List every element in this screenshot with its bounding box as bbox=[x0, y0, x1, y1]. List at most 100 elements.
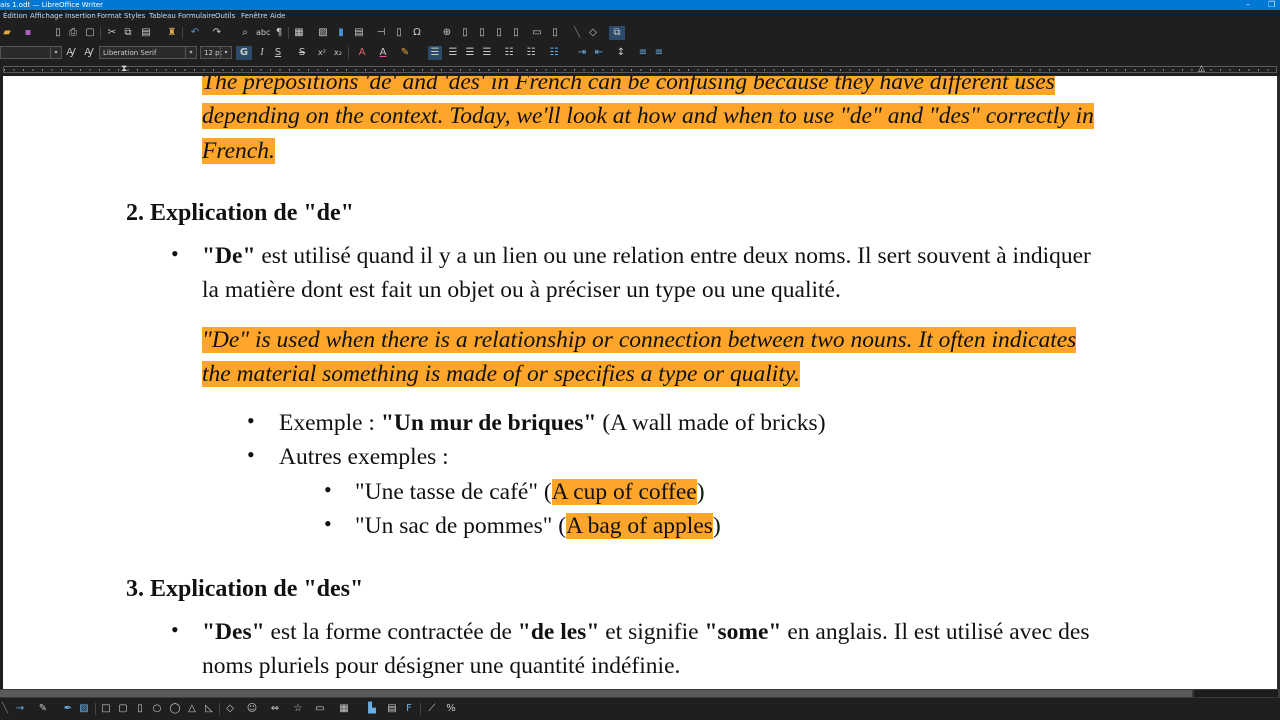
diamond-icon[interactable]: ◇ bbox=[224, 702, 236, 716]
rectangle-icon[interactable]: □ bbox=[100, 702, 112, 716]
arrow-line-icon[interactable]: → bbox=[12, 702, 28, 716]
line-icon[interactable]: ╲ bbox=[0, 702, 10, 716]
outline-list-icon[interactable]: ☷ bbox=[547, 46, 561, 60]
increase-indent-icon[interactable]: ⇥ bbox=[575, 46, 589, 60]
formatting-marks-icon[interactable]: ¶ bbox=[274, 26, 284, 40]
font-size-combo[interactable]: 12 pt ▾ bbox=[200, 46, 232, 59]
points-icon[interactable]: ⟋ bbox=[426, 702, 438, 716]
special-character-icon[interactable]: Ω bbox=[410, 26, 424, 40]
print-icon[interactable]: ⎙ bbox=[67, 26, 79, 40]
square-icon[interactable]: ▯ bbox=[134, 702, 146, 716]
menu-formulaire[interactable]: Formulaire bbox=[178, 10, 215, 23]
restore-button[interactable]: ❐ bbox=[1268, 0, 1275, 10]
footnote-icon[interactable]: ▯ bbox=[458, 26, 472, 40]
font-name-combo[interactable]: Liberation Serif ▾ bbox=[99, 46, 197, 59]
clear-formatting-icon[interactable]: A bbox=[356, 46, 368, 60]
save-icon[interactable]: ▪ bbox=[22, 26, 34, 40]
insert-table-icon[interactable]: ▦ bbox=[292, 26, 306, 40]
line-spacing-icon[interactable]: ↕ bbox=[614, 46, 628, 60]
decrease-indent-icon[interactable]: ⇤ bbox=[592, 46, 606, 60]
menu-affichage[interactable]: Affichage bbox=[30, 10, 63, 23]
document-page[interactable]: The prepositions 'de' and 'des' in Frenc… bbox=[3, 76, 1277, 689]
clone-formatting-icon[interactable]: ♜ bbox=[166, 26, 178, 40]
chevron-down-icon[interactable]: ▾ bbox=[50, 47, 61, 58]
bold-button[interactable]: G bbox=[236, 46, 252, 60]
insert-field-icon[interactable]: ▯ bbox=[392, 26, 406, 40]
font-color-button[interactable]: A bbox=[376, 46, 390, 60]
endnote-icon[interactable]: ▯ bbox=[475, 26, 489, 40]
menu-insertion[interactable]: Insertion bbox=[65, 10, 96, 23]
copy-icon[interactable]: ⧉ bbox=[122, 26, 134, 40]
find-replace-icon[interactable]: ⌕ bbox=[238, 26, 252, 40]
highlight-color-icon[interactable]: ✎ bbox=[398, 46, 412, 60]
hyperlink-icon[interactable]: ⊕ bbox=[440, 26, 454, 40]
flowchart-icon[interactable]: ▦ bbox=[338, 702, 350, 716]
menu-styles[interactable]: Styles bbox=[124, 10, 145, 23]
redo-icon[interactable]: ↷ bbox=[210, 26, 224, 40]
circle-icon[interactable]: ◯ bbox=[168, 702, 182, 716]
increase-paragraph-spacing-icon[interactable]: ≡ bbox=[636, 46, 650, 60]
menu-format[interactable]: Format bbox=[97, 10, 122, 23]
left-indent-marker[interactable]: ⧗ bbox=[121, 64, 127, 74]
curve-icon[interactable]: ✎ bbox=[36, 702, 50, 716]
numbered-list-icon[interactable]: ☷ bbox=[524, 46, 538, 60]
align-left-icon[interactable]: ☰ bbox=[428, 46, 442, 60]
menu-edition[interactable]: Édition bbox=[3, 10, 27, 23]
new-style-icon[interactable]: Ꜽ bbox=[82, 46, 96, 60]
insert-frame-icon[interactable]: ▙ bbox=[366, 702, 378, 716]
toggle-extrusion-icon[interactable]: % bbox=[444, 702, 458, 716]
align-center-icon[interactable]: ☰ bbox=[446, 46, 460, 60]
block-arrows-icon[interactable]: ⇔ bbox=[268, 702, 282, 716]
export-pdf-icon[interactable]: ▯ bbox=[52, 26, 64, 40]
bullet-list-icon[interactable]: ☷ bbox=[502, 46, 516, 60]
menu-outils[interactable]: Outils bbox=[215, 10, 235, 23]
horizontal-scrollbar[interactable] bbox=[0, 689, 1280, 698]
update-style-icon[interactable]: Ꜽ bbox=[64, 46, 78, 60]
decrease-paragraph-spacing-icon[interactable]: ≡ bbox=[652, 46, 666, 60]
basic-shapes-icon[interactable]: ◇ bbox=[586, 26, 600, 40]
align-right-icon[interactable]: ☰ bbox=[463, 46, 477, 60]
triangle-icon[interactable]: △ bbox=[186, 702, 198, 716]
justify-icon[interactable]: ☰ bbox=[480, 46, 494, 60]
scrollbar-thumb[interactable] bbox=[0, 690, 1192, 697]
insert-textbox-icon[interactable]: ▤ bbox=[352, 26, 366, 40]
superscript-button[interactable]: x² bbox=[316, 46, 328, 60]
ellipse-icon[interactable]: ○ bbox=[151, 702, 163, 716]
page-break-icon[interactable]: ⊣ bbox=[374, 26, 388, 40]
underline-button[interactable]: S bbox=[272, 46, 284, 60]
comment-icon[interactable]: ▭ bbox=[530, 26, 544, 40]
chevron-down-icon[interactable]: ▾ bbox=[220, 47, 231, 58]
right-triangle-icon[interactable]: ◺ bbox=[203, 702, 215, 716]
bookmark-icon[interactable]: ▯ bbox=[492, 26, 506, 40]
italic-button[interactable]: I bbox=[256, 46, 268, 60]
draw-functions-icon[interactable]: ⧉ bbox=[609, 26, 625, 40]
open-folder-icon[interactable]: ▰ bbox=[0, 26, 14, 40]
track-changes-icon[interactable]: ▯ bbox=[548, 26, 562, 40]
print-preview-icon[interactable]: ▢ bbox=[84, 26, 96, 40]
paragraph-style-combo[interactable]: ▾ bbox=[0, 46, 62, 59]
cross-reference-icon[interactable]: ▯ bbox=[509, 26, 523, 40]
fontwork-icon[interactable]: ▨ bbox=[78, 702, 90, 716]
horizontal-ruler[interactable]: ⧗ △ bbox=[0, 63, 1280, 76]
pen-icon[interactable]: ✒ bbox=[62, 702, 74, 716]
vertical-text-icon[interactable]: F bbox=[404, 702, 414, 716]
subscript-button[interactable]: x₂ bbox=[332, 46, 344, 60]
minimize-button[interactable]: – bbox=[1246, 0, 1250, 10]
callout-icon[interactable]: ▭ bbox=[314, 702, 326, 716]
text-box-icon[interactable]: ▤ bbox=[386, 702, 398, 716]
undo-icon[interactable]: ↶ bbox=[188, 26, 202, 40]
line-icon[interactable]: ╲ bbox=[570, 26, 584, 40]
strikethrough-button[interactable]: S bbox=[296, 46, 308, 60]
insert-image-icon[interactable]: ▨ bbox=[316, 26, 330, 40]
spelling-icon[interactable]: abc bbox=[256, 26, 270, 40]
smiley-icon[interactable]: ☺ bbox=[246, 702, 258, 716]
menu-fenetre[interactable]: Fenêtre bbox=[241, 10, 267, 23]
paste-icon[interactable]: ▤ bbox=[138, 26, 154, 40]
right-indent-marker[interactable]: △ bbox=[1198, 64, 1205, 74]
cut-icon[interactable]: ✂ bbox=[106, 26, 118, 40]
chevron-down-icon[interactable]: ▾ bbox=[185, 47, 196, 58]
rounded-rectangle-icon[interactable]: ▢ bbox=[117, 702, 129, 716]
menu-aide[interactable]: Aide bbox=[270, 10, 285, 23]
menu-tableau[interactable]: Tableau bbox=[149, 10, 176, 23]
star-icon[interactable]: ☆ bbox=[292, 702, 304, 716]
